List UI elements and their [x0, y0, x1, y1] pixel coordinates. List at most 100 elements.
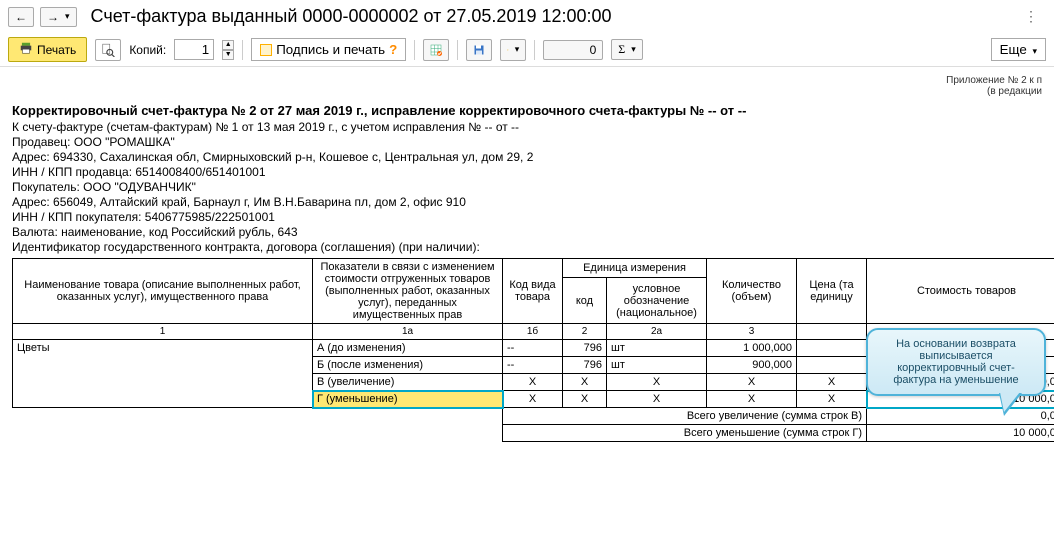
copies-up-button[interactable]: ▲ [222, 40, 234, 50]
colnum: 1 [13, 324, 313, 340]
preview-button[interactable] [95, 39, 121, 61]
appendix-note: Приложение № 2 к п (в редакции [12, 75, 1042, 97]
help-icon: ? [389, 42, 397, 57]
copies-label: Копий: [129, 43, 166, 57]
cell: 1 000,000 [707, 340, 797, 357]
col-unit-code: код [563, 278, 607, 324]
appendix-line: (в редакции [12, 86, 1042, 97]
document-title: Корректировочный счет-фактура № 2 от 27 … [12, 103, 1042, 118]
envelope-icon [507, 43, 508, 57]
more-menu-button[interactable]: ⋮ [1016, 4, 1046, 29]
col-cost: Стоимость товаров [867, 259, 1054, 324]
print-label: Печать [37, 43, 76, 57]
separator [457, 40, 458, 60]
more-button[interactable]: Еще ▾ [991, 38, 1046, 61]
colnum: 1б [503, 324, 563, 340]
cell: Х [607, 391, 707, 408]
separator [242, 40, 243, 60]
row-g-label: Г (уменьшение) [313, 391, 503, 408]
save-button[interactable] [466, 39, 492, 61]
appendix-line: Приложение № 2 к п [12, 75, 1042, 86]
sign-and-print-button[interactable]: Подпись и печать ? [251, 38, 406, 61]
separator [414, 40, 415, 60]
col-unit-name: условное обозначение (национальное) [607, 278, 707, 324]
cell: 796 [563, 357, 607, 374]
row-a-label: А (до изменения) [313, 340, 503, 357]
more-label: Еще [1000, 42, 1027, 57]
spreadsheet-button[interactable] [423, 39, 449, 61]
col-product-code: Код вида товара [503, 259, 563, 324]
cell [797, 357, 867, 374]
cell: шт [607, 340, 707, 357]
row-v-label: В (увеличение) [313, 374, 503, 391]
cell: 796 [563, 340, 607, 357]
cell: -- [503, 340, 563, 357]
floppy-icon [473, 43, 485, 57]
callout-annotation: На основании возврата выписывается корре… [866, 328, 1046, 396]
colnum: 2а [607, 324, 707, 340]
arrow-right-icon: → [47, 10, 59, 24]
col-price: Цена (та единицу [797, 259, 867, 324]
totals-inc-value: 0,00 [867, 408, 1054, 425]
sign-print-label: Подпись и печать [276, 42, 385, 57]
zero-field[interactable]: 0 [543, 40, 603, 60]
copies-down-button[interactable]: ▼ [222, 50, 234, 60]
seller-address: Адрес: 694330, Сахалинская обл, Смирныхо… [12, 150, 1042, 164]
gov-contract-line: Идентификатор государственного контракта… [12, 240, 1042, 254]
separator [534, 40, 535, 60]
item-name: Цветы [13, 340, 313, 408]
cell [797, 340, 867, 357]
colnum [797, 324, 867, 340]
cell: Х [797, 391, 867, 408]
arrow-left-icon: ← [15, 10, 27, 24]
checkbox-icon [260, 44, 272, 56]
col-qty: Количество (объем) [707, 259, 797, 324]
totals-inc-label: Всего увеличение (сумма строк В) [503, 408, 867, 425]
forward-button[interactable]: → ▾ [40, 7, 77, 27]
totals-dec-value: 10 000,00 [867, 425, 1054, 442]
chevron-down-icon: ▾ [1032, 46, 1037, 56]
cell: Х [707, 374, 797, 391]
cell: Х [707, 391, 797, 408]
colnum: 1а [313, 324, 503, 340]
col-indicators: Показатели в связи с изменением стоимост… [313, 259, 503, 324]
table-icon [430, 43, 442, 57]
totals-decrease-row: Всего уменьшение (сумма строк Г) 10 000,… [13, 425, 1054, 442]
seller-inn: ИНН / КПП продавца: 6514008400/651401001 [12, 165, 1042, 179]
cell: Х [563, 374, 607, 391]
seller-name: Продавец: ООО "РОМАШКА" [12, 135, 1042, 149]
buyer-inn: ИНН / КПП покупателя: 5406775985/2225010… [12, 210, 1042, 224]
col-name: Наименование товара (описание выполненны… [13, 259, 313, 324]
reference-line: К счету-фактуре (счетам-фактурам) № 1 от… [12, 120, 1042, 134]
cell: Х [607, 374, 707, 391]
chevron-down-icon: ▾ [65, 11, 70, 22]
cell: Х [563, 391, 607, 408]
zero-value: 0 [590, 43, 597, 57]
sum-button[interactable]: Σ ▾ [611, 39, 643, 60]
buyer-address: Адрес: 656049, Алтайский край, Барнаул г… [12, 195, 1042, 209]
totals-increase-row: Всего увеличение (сумма строк В) 0,00 [13, 408, 1054, 425]
colnum: 2 [563, 324, 607, 340]
col-unit: Единица измерения [563, 259, 707, 278]
magnify-doc-icon [101, 43, 115, 57]
cell: 900,000 [707, 357, 797, 374]
colnum: 3 [707, 324, 797, 340]
copies-input[interactable] [174, 39, 214, 60]
cell: -- [503, 357, 563, 374]
currency-line: Валюта: наименование, код Российский руб… [12, 225, 1042, 239]
email-button[interactable]: ▾ [500, 39, 526, 61]
back-button[interactable]: ← [8, 7, 34, 27]
cell: шт [607, 357, 707, 374]
cell: Х [503, 374, 563, 391]
chevron-down-icon: ▾ [515, 44, 520, 55]
sigma-icon: Σ [618, 42, 625, 57]
print-button[interactable]: Печать [8, 37, 87, 62]
row-b-label: Б (после изменения) [313, 357, 503, 374]
printer-icon [19, 41, 33, 58]
totals-dec-label: Всего уменьшение (сумма строк Г) [503, 425, 867, 442]
buyer-name: Покупатель: ООО "ОДУВАНЧИК" [12, 180, 1042, 194]
cell: Х [503, 391, 563, 408]
page-title: Счет-фактура выданный 0000-0000002 от 27… [83, 4, 620, 29]
cell: Х [797, 374, 867, 391]
chevron-down-icon: ▾ [631, 44, 636, 55]
